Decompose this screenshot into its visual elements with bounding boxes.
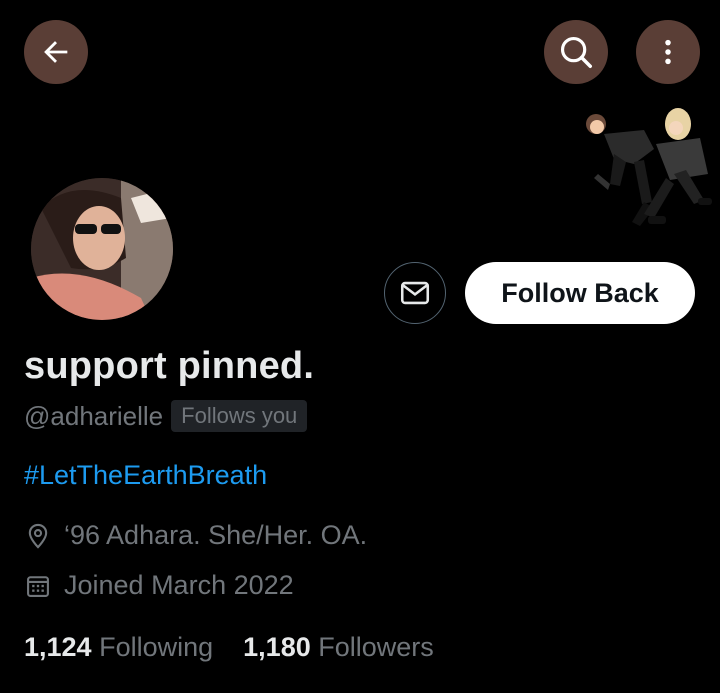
location-row: ‘96 Adhara. She/Her. OA. (24, 520, 367, 551)
joined-date-text: Joined March 2022 (64, 570, 294, 600)
location-text: ‘96 Adhara. She/Her. OA. (64, 520, 368, 550)
message-button[interactable] (384, 262, 446, 324)
more-vertical-icon (665, 39, 671, 65)
profile-avatar[interactable] (28, 175, 176, 323)
follows-you-badge: Follows you (171, 400, 308, 432)
envelope-icon (400, 281, 430, 305)
calendar-icon (27, 575, 49, 597)
followers-count: 1,180 (243, 632, 311, 662)
follow-back-button[interactable]: Follow Back (465, 262, 695, 324)
user-handle: @adharielle (24, 400, 164, 431)
more-options-button[interactable] (636, 20, 700, 84)
joined-row: Joined March 2022 (24, 570, 294, 601)
bio-hashtag-link[interactable]: #LetTheEarthBreath (24, 460, 267, 491)
back-button[interactable] (24, 20, 88, 84)
followers-stat[interactable]: 1,180 Followers (243, 632, 434, 663)
followers-label: Followers (318, 632, 434, 662)
arrow-left-icon (44, 41, 68, 63)
search-button[interactable] (544, 20, 608, 84)
banner-sticker-image (574, 104, 714, 236)
location-pin-icon (28, 523, 48, 549)
following-stat[interactable]: 1,124 Following (24, 632, 213, 663)
following-label: Following (99, 632, 214, 662)
search-icon (560, 36, 592, 68)
handle-row: @adharielle Follows you (24, 400, 308, 432)
following-count: 1,124 (24, 632, 92, 662)
follow-stats: 1,124 Following 1,180 Followers (24, 632, 434, 663)
display-name: support pinned. (24, 345, 315, 387)
